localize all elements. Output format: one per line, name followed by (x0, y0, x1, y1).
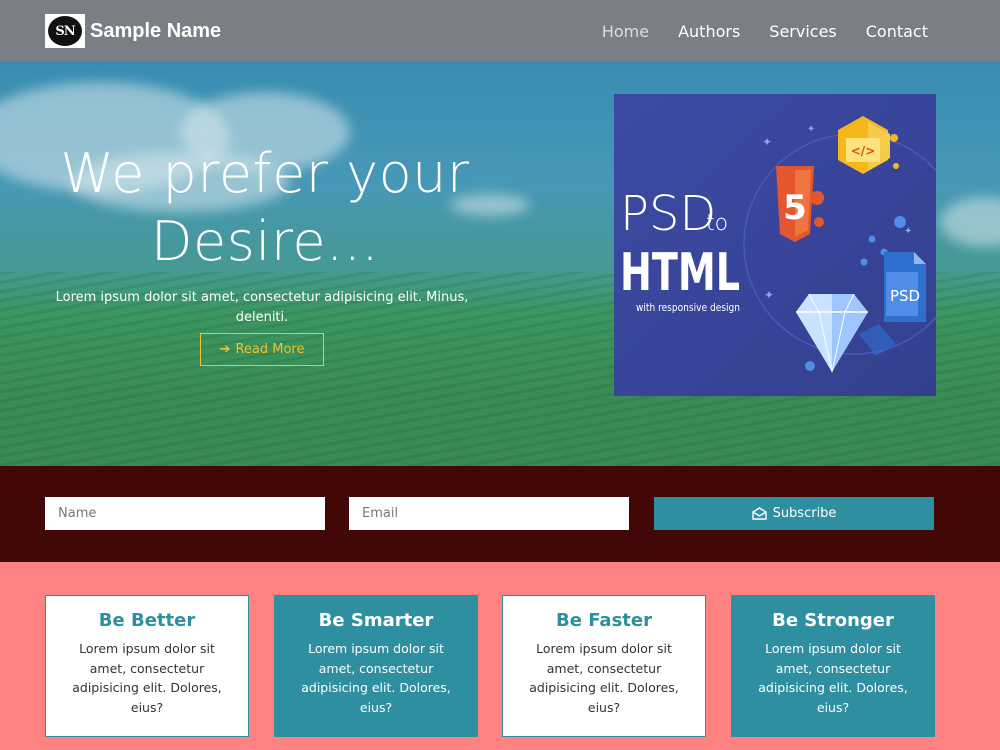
envelope-open-icon (751, 507, 767, 520)
svg-text:✦: ✦ (762, 135, 772, 149)
svg-text:✦: ✦ (904, 226, 912, 237)
svg-text:to: to (706, 211, 728, 236)
feature-card-stronger: Be Stronger Lorem ipsum dolor sit amet, … (731, 595, 935, 737)
svg-text:PSD: PSD (890, 287, 920, 305)
card-text: Lorem ipsum dolor sit amet, consectetur … (758, 641, 908, 715)
card-title: Be Faster (556, 610, 652, 631)
svg-text:5: 5 (783, 188, 807, 228)
logo: SN (45, 14, 85, 48)
card-text: Lorem ipsum dolor sit amet, consectetur … (529, 641, 679, 715)
card-title: Be Stronger (772, 610, 894, 631)
svg-text:✦: ✦ (807, 124, 815, 135)
brand-link[interactable]: SN Sample Name (45, 14, 221, 48)
read-more-label: Read More (235, 342, 305, 357)
nav-link-authors[interactable]: Authors (678, 22, 740, 41)
svg-text:PSD: PSD (620, 186, 716, 242)
hero-heading: We prefer your Desire... (60, 142, 470, 273)
hero-section: We prefer your Desire... Lorem ipsum dol… (0, 62, 1000, 466)
feature-card-smarter: Be Smarter Lorem ipsum dolor sit amet, c… (274, 595, 478, 737)
card-title: Be Better (98, 610, 196, 631)
card-text: Lorem ipsum dolor sit amet, consectetur … (301, 641, 451, 715)
hero-subtext: Lorem ipsum dolor sit amet, consectetur … (55, 290, 469, 325)
navbar: SN Sample Name Home Authors Services Con… (0, 0, 1000, 62)
name-input[interactable] (45, 497, 325, 530)
psd-illustration: ✦ ✦ ✦ ✦ </> 5 PSD PSD to HTML with respo… (614, 94, 936, 396)
psd-to-html-image: ✦ ✦ ✦ ✦ </> 5 PSD PSD to HTML with respo… (614, 94, 936, 396)
logo-mark: SN (48, 16, 82, 46)
feature-card-better: Be Better Lorem ipsum dolor sit amet, co… (45, 595, 249, 737)
code-icon-text: </> (851, 144, 876, 158)
nav-links: Home Authors Services Contact (573, 22, 928, 41)
email-input[interactable] (349, 497, 629, 530)
svg-text:✦: ✦ (764, 288, 774, 302)
arrow-right-icon: ➔ (219, 342, 231, 357)
brand-name: Sample Name (90, 19, 222, 42)
subscribe-button[interactable]: Subscribe (654, 497, 934, 530)
card-text: Lorem ipsum dolor sit amet, consectetur … (72, 641, 222, 715)
svg-text:with responsive design: with responsive design (636, 302, 740, 314)
feature-card-faster: Be Faster Lorem ipsum dolor sit amet, co… (502, 595, 706, 737)
read-more-button[interactable]: ➔ Read More (200, 333, 324, 366)
nav-link-home[interactable]: Home (602, 22, 649, 41)
subscribe-label: Subscribe (772, 506, 837, 521)
svg-text:HTML: HTML (620, 243, 740, 303)
nav-link-contact[interactable]: Contact (866, 22, 928, 41)
nav-link-services[interactable]: Services (769, 22, 836, 41)
subscribe-bar: Subscribe (0, 466, 1000, 562)
card-title: Be Smarter (318, 610, 434, 631)
